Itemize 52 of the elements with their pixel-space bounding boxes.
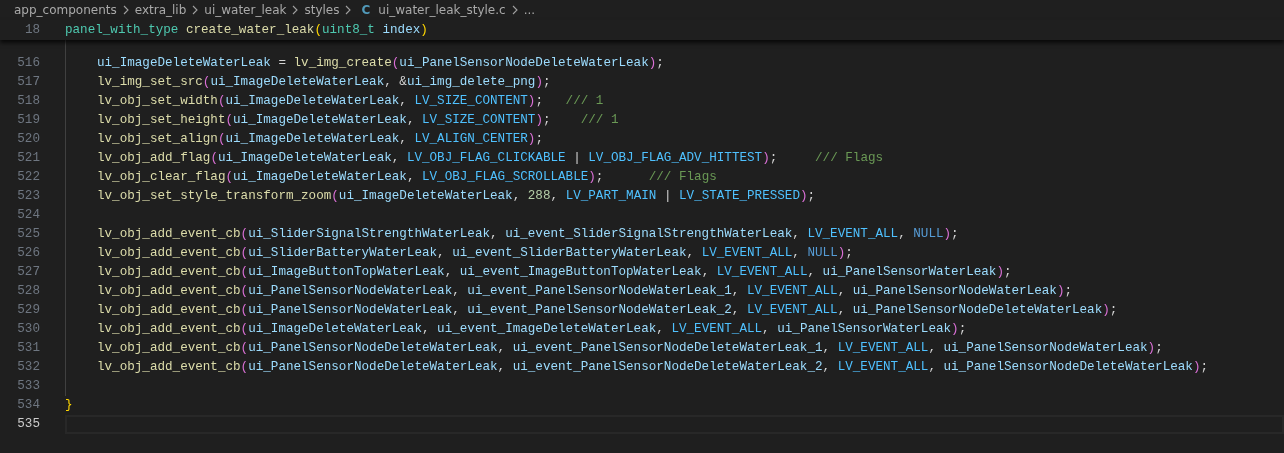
line-number: 519 — [16, 112, 41, 129]
code-line: lv_obj_add_event_cb(ui_SliderSignalStrengthWaterLeak, ui_event_SliderSignalStrengthWaterLeak, LV_EVENT_ALL, NULL); — [97, 226, 959, 243]
breadcrumb-item[interactable]: ui_water_leak_style.c — [378, 3, 506, 17]
code-line: ui_ImageDeleteWaterLeak = lv_img_create(ui_PanelSensorNodeDeleteWaterLeak); — [97, 55, 664, 72]
line-number: 522 — [16, 169, 41, 186]
line-number: 521 — [16, 150, 41, 167]
code-line: lv_obj_add_event_cb(ui_PanelSensorNodeWaterLeak, ui_event_PanelSensorNodeWaterLeak_1, LV_EVENT_ALL, ui_PanelSensorNodeWaterLeak); — [97, 283, 1072, 300]
sticky-scroll-header[interactable]: 18 panel_with_type create_water_leak(uint8_t index) — [0, 20, 1284, 40]
breadcrumb-more[interactable]: ... — [523, 3, 536, 17]
line-number: 517 — [16, 74, 41, 91]
code-line: lv_obj_add_flag(ui_ImageDeleteWaterLeak, LV_OBJ_FLAG_CLICKABLE | LV_OBJ_FLAG_ADV_HITTEST); /// Flags — [97, 150, 884, 167]
breadcrumb-item[interactable]: extra_lib — [134, 3, 187, 17]
code-line: lv_obj_set_style_transform_zoom(ui_ImageDeleteWaterLeak, 288, LV_PART_MAIN | LV_STATE_PRESSED); — [97, 188, 816, 205]
chevron-icon — [292, 5, 299, 15]
code-line: lv_obj_add_event_cb(ui_SliderBatteryWaterLeak, ui_event_SliderBatteryWaterLeak, LV_EVENT_ALL, NULL); — [97, 245, 853, 262]
line-number: 532 — [16, 359, 41, 376]
code-line: lv_obj_set_width(ui_ImageDeleteWaterLeak, LV_SIZE_CONTENT); /// 1 — [97, 93, 604, 110]
code-line: lv_obj_add_event_cb(ui_ImageButtonTopWaterLeak, ui_event_ImageButtonTopWaterLeak, LV_EVENT_ALL, ui_PanelSensorWaterLeak); — [97, 264, 1012, 281]
code-line: lv_obj_clear_flag(ui_ImageDeleteWaterLeak, LV_OBJ_FLAG_SCROLLABLE); /// Flags — [97, 169, 717, 186]
code-line: lv_obj_add_event_cb(ui_PanelSensorNodeDeleteWaterLeak, ui_event_PanelSensorNodeDeleteWaterLeak_2, LV_EVENT_ALL, ui_PanelSensorNodeDeleteWaterLeak); — [97, 359, 1209, 376]
line-number: 527 — [16, 264, 41, 281]
line-number: 516 — [16, 55, 41, 72]
code-line: panel_with_type create_water_leak(uint8_t index) — [65, 21, 428, 39]
chevron-icon — [511, 5, 518, 15]
c-file-icon: C — [361, 3, 371, 17]
chevron-icon — [345, 5, 352, 15]
line-number: 528 — [16, 283, 41, 300]
line-number: 524 — [16, 207, 41, 224]
line-number: 534 — [16, 397, 41, 414]
line-number: 518 — [16, 93, 41, 110]
code-line: lv_obj_add_event_cb(ui_PanelSensorNodeWaterLeak, ui_event_PanelSensorNodeWaterLeak_2, LV_EVENT_ALL, ui_PanelSensorNodeDeleteWaterLeak); — [97, 302, 1118, 319]
code-line: lv_img_set_src(ui_ImageDeleteWaterLeak, &ui_img_delete_png); — [97, 74, 551, 91]
line-number: 530 — [16, 321, 41, 338]
code-line: } — [65, 397, 73, 414]
code-line: lv_obj_set_height(ui_ImageDeleteWaterLeak, LV_SIZE_CONTENT); /// 1 — [97, 112, 619, 129]
line-number: 533 — [16, 378, 41, 395]
line-number: 531 — [16, 340, 41, 357]
line-number: 535 — [16, 416, 41, 433]
code-line: lv_obj_add_event_cb(ui_PanelSensorNodeDeleteWaterLeak, ui_event_PanelSensorNodeDeleteWaterLeak_1, LV_EVENT_ALL, ui_PanelSensorNodeWaterLeak); — [97, 340, 1163, 357]
code-line: lv_obj_add_event_cb(ui_ImageDeleteWaterLeak, ui_event_ImageDeleteWaterLeak, LV_EVENT_ALL, ui_PanelSensorWaterLeak); — [97, 321, 967, 338]
code-line: lv_obj_set_align(ui_ImageDeleteWaterLeak, LV_ALIGN_CENTER); — [97, 131, 543, 148]
breadcrumb-item[interactable]: app_components — [14, 3, 117, 17]
breadcrumb-item[interactable]: styles — [304, 3, 340, 17]
line-number: 529 — [16, 302, 41, 319]
chevron-icon — [122, 5, 129, 15]
chevron-icon — [192, 5, 199, 15]
line-number: 526 — [16, 245, 41, 262]
line-number: 523 — [16, 188, 41, 205]
line-number: 525 — [16, 226, 41, 243]
line-number: 18 — [23, 22, 41, 39]
line-number: 520 — [16, 131, 41, 148]
breadcrumb-item[interactable]: ui_water_leak — [204, 3, 287, 17]
